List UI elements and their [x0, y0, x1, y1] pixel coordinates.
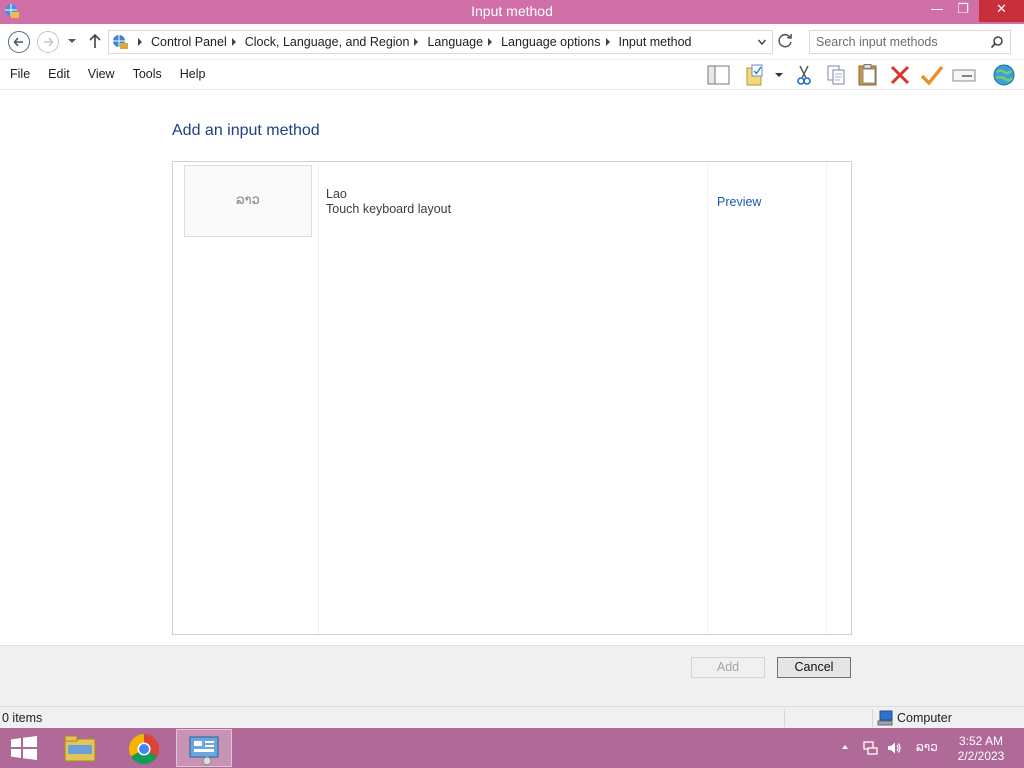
close-button[interactable]: ✕ [979, 0, 1024, 22]
preview-link[interactable]: Preview [717, 195, 761, 209]
add-button[interactable]: Add [691, 657, 765, 678]
dialog-button-bar: Add Cancel [0, 645, 1024, 706]
menu-file[interactable]: File [0, 67, 38, 81]
search-input[interactable] [816, 34, 986, 50]
search-box[interactable] [809, 30, 1011, 54]
breadcrumb-control-panel[interactable]: Control Panel [151, 35, 227, 49]
title-bar: Input method — ❐ ✕ [0, 0, 1024, 24]
windows-start-icon[interactable] [10, 736, 38, 760]
status-divider [784, 709, 785, 727]
address-bar[interactable]: Control Panel Clock, Language, and Regio… [108, 30, 773, 54]
breadcrumb-separator-icon[interactable] [231, 38, 236, 46]
breadcrumb-separator-icon[interactable] [414, 38, 419, 46]
chrome-icon [128, 734, 160, 765]
forward-arrow-icon [44, 37, 54, 47]
control-panel-icon [189, 736, 219, 766]
list-thumbnail-column: ລາວ [173, 162, 319, 634]
up-arrow-icon[interactable] [88, 33, 102, 49]
input-method-description[interactable]: Touch keyboard layout [326, 202, 451, 216]
breadcrumb-separator-icon[interactable] [488, 38, 493, 46]
window-title: Input method [471, 3, 553, 19]
volume-icon[interactable] [886, 740, 902, 756]
list-preview-column: Preview [709, 162, 827, 634]
status-item-count: 0 items [2, 711, 43, 725]
breadcrumb-separator-icon[interactable] [605, 38, 610, 46]
menu-edit[interactable]: Edit [38, 67, 78, 81]
menu-tools[interactable]: Tools [123, 67, 170, 81]
input-method-list: ລາວ Lao Touch keyboard layout Preview [172, 161, 852, 635]
taskbar: ລາວ 3:52 AM 2/2/2023 [0, 728, 1024, 768]
language-indicator[interactable]: ລາວ [916, 740, 938, 754]
recent-locations-chevron-down-icon[interactable] [66, 35, 78, 47]
breadcrumb-language[interactable]: Language [427, 35, 483, 49]
globe-icon[interactable] [991, 63, 1017, 87]
taskbar-chrome[interactable] [116, 729, 172, 767]
properties-chevron-down-icon[interactable] [770, 63, 788, 87]
input-method-name[interactable]: Lao [326, 187, 347, 201]
status-divider [872, 709, 873, 727]
properties-icon[interactable] [743, 63, 769, 87]
folder-icon [64, 735, 96, 762]
breadcrumb-separator-icon[interactable] [138, 38, 142, 46]
menu-bar: File Edit View Tools Help [0, 67, 213, 81]
list-description-column: Lao Touch keyboard layout [320, 162, 708, 634]
breadcrumb-input-method[interactable]: Input method [619, 35, 692, 49]
clock-date: 2/2/2023 [957, 749, 1005, 763]
show-hidden-icons-chevron-up-icon[interactable] [840, 742, 850, 752]
back-button[interactable] [8, 31, 30, 53]
network-icon[interactable] [862, 740, 878, 756]
navigation-bar: Control Panel Clock, Language, and Regio… [0, 24, 1024, 60]
minimize-button[interactable]: — [924, 0, 950, 22]
taskbar-control-panel[interactable] [176, 729, 232, 767]
breadcrumb-clock-language-region[interactable]: Clock, Language, and Region [245, 35, 410, 49]
control-panel-icon [113, 35, 128, 49]
breadcrumb: Control Panel Clock, Language, and Regio… [133, 35, 691, 49]
cancel-button[interactable]: Cancel [777, 657, 851, 678]
cut-icon[interactable] [791, 63, 817, 87]
paste-icon[interactable] [855, 63, 881, 87]
taskbar-file-explorer[interactable] [52, 729, 108, 767]
maximize-button[interactable]: ❐ [950, 0, 976, 22]
computer-icon [877, 710, 893, 726]
checkmark-icon[interactable] [919, 63, 945, 87]
delete-icon[interactable] [887, 63, 913, 87]
taskbar-clock[interactable]: 3:52 AM 2/2/2023 [950, 734, 1012, 764]
menu-view[interactable]: View [78, 67, 123, 81]
breadcrumb-language-options[interactable]: Language options [501, 35, 600, 49]
status-bar: 0 items Computer [0, 706, 1024, 728]
main-content: Add an input method ລາວ Lao Touch keyboa… [0, 90, 1024, 645]
refresh-icon[interactable] [776, 31, 796, 51]
address-history-chevron-down-icon[interactable] [757, 37, 767, 47]
status-location: Computer [897, 711, 952, 725]
keyboard-preview-thumbnail[interactable]: ລາວ [184, 165, 312, 237]
page-title: Add an input method [172, 122, 320, 139]
forward-button[interactable] [37, 31, 59, 53]
menu-toolbar-row: File Edit View Tools Help [0, 60, 1024, 90]
clock-time: 3:52 AM [958, 734, 1004, 748]
menu-help[interactable]: Help [170, 67, 214, 81]
layout-pane-icon[interactable] [705, 63, 731, 87]
back-arrow-icon [13, 37, 23, 47]
rename-icon[interactable] [951, 63, 977, 87]
copy-icon[interactable] [823, 63, 849, 87]
search-icon[interactable] [990, 35, 1004, 49]
